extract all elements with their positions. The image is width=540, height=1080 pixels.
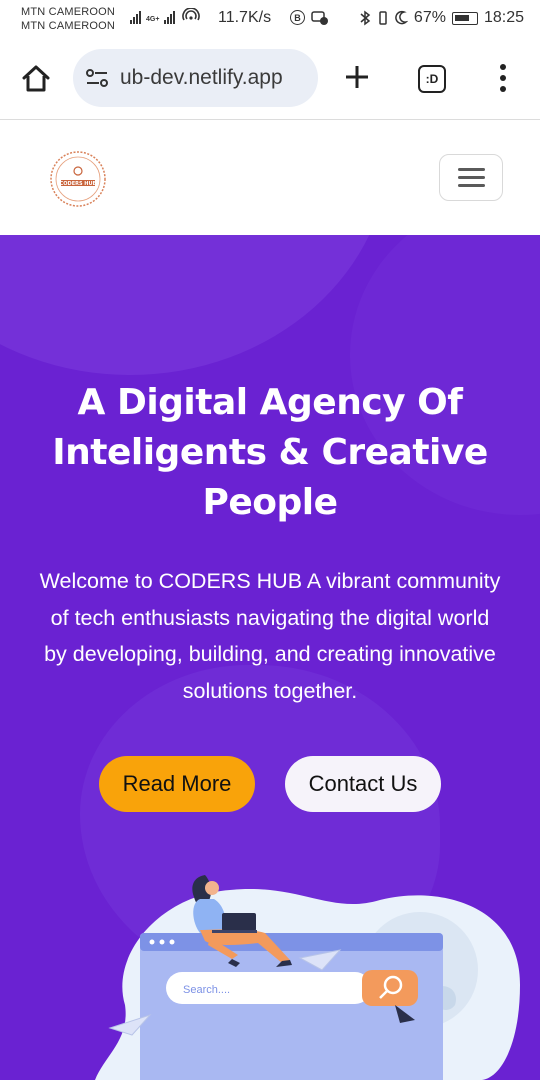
- hero-title-line: People: [202, 482, 338, 523]
- network-type-label: 4G+: [146, 16, 160, 23]
- signal-strength-icon-2: [164, 10, 176, 24]
- hero-description-line: of tech enthusiasts navigating the digit…: [50, 605, 490, 630]
- home-icon[interactable]: [20, 63, 52, 95]
- read-more-button[interactable]: Read More: [99, 756, 255, 812]
- carrier-2: MTN CAMEROON: [21, 20, 116, 32]
- overflow-menu-icon[interactable]: [498, 64, 508, 92]
- illustration-search-button: [362, 970, 418, 1006]
- logo-text: CODERS HUB: [60, 181, 97, 187]
- clock: 18:25: [483, 9, 524, 26]
- hotspot-icon: [182, 8, 201, 21]
- browser-toolbar: ub-dev.netlify.app :D: [0, 38, 540, 120]
- status-bar: MTN CAMEROON MTN CAMEROON 4G+ 11.7K/s B: [0, 0, 540, 38]
- illustration-search-placeholder: Search....: [183, 984, 230, 996]
- hero-description-line: by developing, building, and creating in…: [44, 642, 496, 666]
- coders-hub-logo[interactable]: CODERS HUB: [48, 149, 108, 209]
- browser-window-graphic: [140, 933, 443, 1080]
- chat-icon: [311, 11, 328, 25]
- site-settings-icon[interactable]: [85, 68, 109, 88]
- hero-description-line: Welcome to CODERS HUB A vibrant communit…: [39, 569, 501, 593]
- menu-bar-icon: [457, 184, 485, 187]
- contact-us-button[interactable]: Contact Us: [285, 756, 441, 812]
- battery-icon: [451, 11, 478, 25]
- status-right: 67% 18:25: [358, 9, 524, 27]
- notification-icons: B: [290, 10, 329, 26]
- b-app-icon: B: [290, 10, 305, 25]
- menu-bar-icon: [457, 168, 485, 171]
- carrier-1: MTN CAMEROON: [21, 6, 116, 18]
- bluetooth-icon: [360, 10, 371, 26]
- carrier-names: MTN CAMEROON MTN CAMEROON: [21, 5, 115, 33]
- do-not-disturb-moon-icon: [395, 10, 408, 25]
- menu-bar-icon: [457, 176, 485, 179]
- hero-description-line: solutions together.: [182, 678, 358, 703]
- new-tab-icon[interactable]: [344, 64, 370, 90]
- signal-strength-icon: [130, 10, 141, 24]
- signal-icons: 4G+: [130, 8, 202, 24]
- tab-switcher-button[interactable]: :D: [418, 65, 446, 93]
- hero-section: A Digital Agency Of Inteligents & Creati…: [0, 235, 540, 1080]
- hero-illustration: Search....: [95, 875, 520, 1080]
- battery-percent: 67%: [413, 9, 446, 26]
- network-speed: 11.7K/s: [218, 9, 272, 26]
- hero-title: A Digital Agency Of Inteligents & Creati…: [20, 378, 520, 528]
- url-text[interactable]: ub-dev.netlify.app: [120, 66, 283, 90]
- hero-title-line: A Digital Agency Of: [77, 382, 463, 423]
- hero-description: Welcome to CODERS HUB A vibrant communit…: [14, 563, 526, 709]
- hamburger-menu-button[interactable]: [439, 154, 503, 201]
- background-blob: [0, 235, 390, 375]
- hero-title-line: Inteligents & Creative: [52, 432, 488, 473]
- site-header: CODERS HUB: [0, 121, 540, 235]
- vibrate-icon: [379, 11, 387, 25]
- address-bar[interactable]: ub-dev.netlify.app: [73, 49, 318, 107]
